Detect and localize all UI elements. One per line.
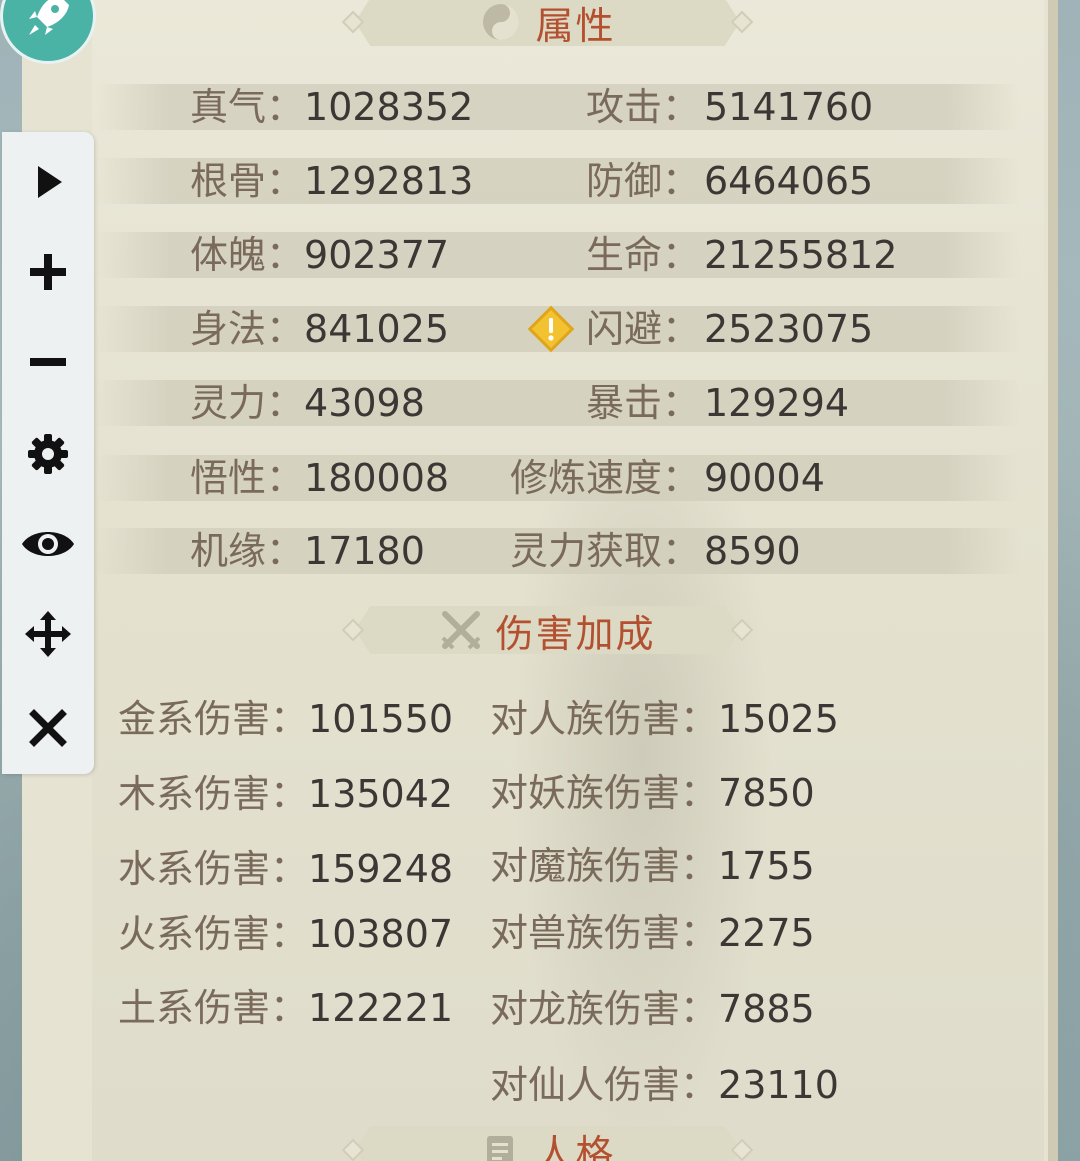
stat-lingli: 灵力：43098: [190, 381, 425, 425]
yin-yang-icon: [479, 0, 523, 44]
floating-toolbar: [2, 132, 94, 774]
damage-vs-immortal: 对仙人伤害：23110: [490, 1063, 839, 1107]
stat-zhenqi: 真气：1028352: [190, 85, 474, 129]
damage-metal: 金系伤害：101550: [118, 697, 454, 741]
section-title-personality: 人格: [535, 1131, 616, 1161]
stat-gengu: 根骨：1292813: [190, 159, 474, 203]
close-icon[interactable]: [16, 696, 80, 760]
stat-wuxing: 悟性：180008: [190, 456, 450, 500]
stat-label-lingli-huoqu: 灵力获取：: [509, 529, 700, 573]
play-icon[interactable]: [16, 150, 80, 214]
document-icon: [479, 1128, 523, 1161]
eye-icon[interactable]: [16, 512, 80, 576]
stat-value-baoji: 129294: [704, 381, 850, 425]
stat-label-xiulian-sudu: 修炼速度：: [509, 456, 700, 500]
stat-value-xiulian-sudu: 90004: [704, 456, 825, 500]
damage-vs-dragon: 对龙族伤害：7885: [490, 987, 815, 1031]
stat-value-lingli-huoqu: 8590: [704, 529, 801, 573]
stat-jiyuan: 机缘：17180: [190, 529, 425, 573]
damage-vs-demon-yao: 对妖族伤害：7850: [490, 771, 815, 815]
damage-vs-human: 对人族伤害：15025: [490, 697, 839, 741]
warning-icon[interactable]: [526, 304, 576, 354]
stat-value-gongji: 5141760: [704, 85, 874, 129]
damage-vs-beast: 对兽族伤害：2275: [490, 911, 815, 955]
section-title-attributes: 属性: [535, 3, 616, 48]
stat-shenfa: 身法：841025: [190, 307, 450, 351]
damage-earth: 土系伤害：122221: [118, 986, 454, 1030]
damage-vs-demon-mo: 对魔族伤害：1755: [490, 844, 815, 888]
crossed-swords-icon: [439, 608, 483, 652]
damage-water: 水系伤害：159248: [118, 847, 454, 891]
gear-icon[interactable]: [16, 422, 80, 486]
stat-value-shengming: 21255812: [704, 233, 898, 277]
section-header-personality: 人格: [341, 1126, 754, 1161]
section-title-damage: 伤害加成: [495, 611, 656, 656]
stat-label-baoji: 暴击：: [585, 381, 700, 425]
mountain-scenery: [512, 480, 772, 1161]
stat-label-fangyu: 防御：: [585, 159, 700, 203]
damage-fire: 火系伤害：103807: [118, 912, 454, 956]
stat-value-fangyu: 6464065: [704, 159, 874, 203]
move-icon[interactable]: [16, 602, 80, 666]
rocket-icon: [29, 0, 69, 35]
stat-label-shanbi: 闪避：: [585, 307, 700, 351]
section-header-damage: 伤害加成: [341, 606, 754, 656]
plus-icon[interactable]: [16, 240, 80, 304]
stat-label-gongji: 攻击：: [585, 85, 700, 129]
damage-wood: 木系伤害：135042: [118, 772, 454, 816]
stat-tipo: 体魄：902377: [190, 233, 450, 277]
scrollbar-track[interactable]: [1048, 0, 1058, 1161]
stat-value-shanbi: 2523075: [704, 307, 874, 351]
minus-icon[interactable]: [16, 330, 80, 394]
section-header-attributes: 属性: [341, 0, 754, 48]
stat-label-shengming: 生命：: [585, 233, 700, 277]
